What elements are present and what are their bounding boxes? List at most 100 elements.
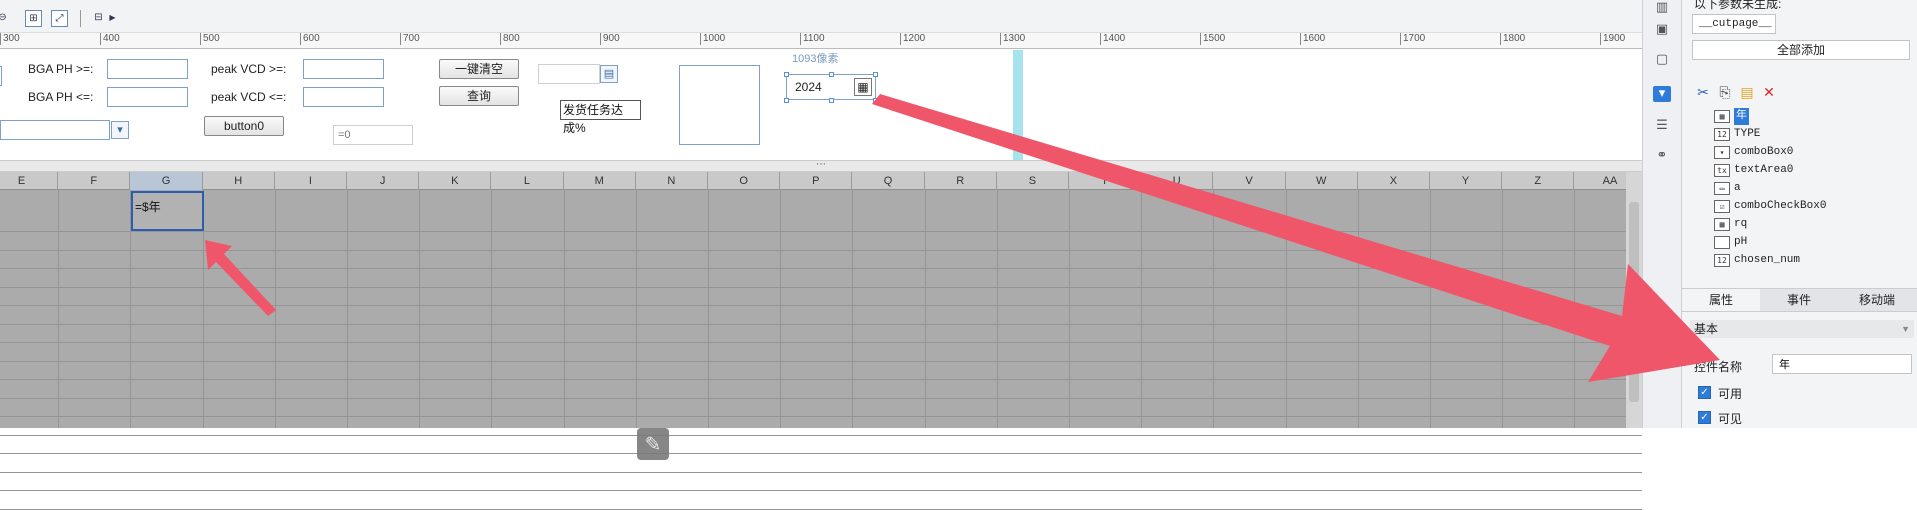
layout-icon[interactable]: ▥ xyxy=(1653,0,1671,16)
column-gridline xyxy=(1069,190,1070,428)
column-header-q[interactable]: Q xyxy=(852,172,925,190)
widget-type-icon: ▦ xyxy=(1714,110,1730,123)
column-header-t[interactable]: T xyxy=(1069,172,1142,190)
column-gridline xyxy=(419,190,421,428)
column-header-x[interactable]: X xyxy=(1358,172,1430,190)
calendar-icon[interactable]: ▦ xyxy=(854,78,872,96)
widget-type-icon: ☑ xyxy=(1714,200,1730,213)
column-header-h[interactable]: H xyxy=(203,172,275,190)
section-basic[interactable]: 基本 ▼ xyxy=(1690,320,1914,338)
tree-item[interactable]: 12 chosen_num xyxy=(1714,252,1914,269)
bga-ph-min-input[interactable] xyxy=(107,59,188,79)
peak-vcd-max-input[interactable] xyxy=(303,87,384,107)
ruler-tick: 800 xyxy=(500,33,520,45)
widget-settings-icon[interactable]: ▾ xyxy=(1653,86,1671,102)
column-header-s[interactable]: S xyxy=(997,172,1069,190)
add-all-button[interactable]: 全部添加 xyxy=(1692,40,1910,60)
ruler-tick: 900 xyxy=(600,33,620,45)
text-area-box[interactable] xyxy=(679,65,760,145)
tree-item[interactable]: ☑ comboCheckBox0 xyxy=(1714,198,1914,215)
resize-handle[interactable] xyxy=(784,72,789,77)
row-gridline xyxy=(0,471,1642,473)
column-header-z[interactable]: Z xyxy=(1502,172,1575,190)
parameter-form: BGA PH >=: BGA PH <=: peak VCD >=: peak … xyxy=(0,50,1642,160)
paste-icon[interactable]: ▤ xyxy=(1738,84,1756,102)
ruler-tick: 300 xyxy=(0,33,20,45)
bga-ph-max-input[interactable] xyxy=(107,87,188,107)
column-header-v[interactable]: V xyxy=(1213,172,1286,190)
column-header-i[interactable]: I xyxy=(275,172,347,190)
tab-properties[interactable]: 属性 xyxy=(1682,289,1760,311)
button0[interactable]: button0 xyxy=(204,116,284,136)
column-header-g[interactable]: G xyxy=(130,172,203,190)
cut-off-input[interactable] xyxy=(0,66,2,86)
column-header-u[interactable]: U xyxy=(1141,172,1214,190)
tree-item[interactable]: pH xyxy=(1714,234,1914,251)
spreadsheet-grid[interactable]: E F G H I J K L M N O P Q R S T U V W X Y Z AA =$年 ✎ xyxy=(0,172,1648,510)
tree-item[interactable]: ▦ rq xyxy=(1714,216,1914,233)
vertical-scrollbar[interactable] xyxy=(1626,172,1642,428)
row-gridline xyxy=(0,360,1642,362)
enabled-checkbox[interactable]: ✓ xyxy=(1698,386,1711,399)
clear-all-button[interactable]: 一键清空 xyxy=(439,59,519,79)
column-header-w[interactable]: W xyxy=(1286,172,1358,190)
visible-checkbox[interactable]: ✓ xyxy=(1698,411,1711,424)
column-header-f[interactable]: F xyxy=(58,172,131,190)
column-header-j[interactable]: J xyxy=(347,172,420,190)
pencil-icon[interactable]: ✎ xyxy=(637,428,669,460)
resize-handle[interactable] xyxy=(829,98,834,103)
widget-name-input[interactable] xyxy=(1772,354,1912,374)
calendar-icon[interactable]: ▤ xyxy=(600,65,618,83)
link-icon[interactable]: ⚭ xyxy=(1653,148,1671,164)
ruler-tick: 700 xyxy=(400,33,420,45)
copy-icon[interactable]: ⎘ xyxy=(1716,84,1734,102)
column-header-y[interactable]: Y xyxy=(1430,172,1503,190)
dropdown-icon[interactable]: ▾ xyxy=(111,121,129,139)
grid-icon[interactable]: ⊞ xyxy=(25,10,42,27)
column-gridline xyxy=(635,190,637,428)
tree-item[interactable]: 12 TYPE xyxy=(1714,126,1914,143)
combo-box-input[interactable] xyxy=(0,120,110,140)
column-header-r[interactable]: R xyxy=(925,172,997,190)
tree-item[interactable]: tx textArea0 xyxy=(1714,162,1914,179)
tree-item[interactable]: ▦ 年 xyxy=(1714,108,1914,125)
tab-mobile[interactable]: 移动端 xyxy=(1838,289,1916,311)
column-header-p[interactable]: P xyxy=(780,172,853,190)
delete-icon[interactable]: ✕ xyxy=(1760,84,1778,102)
pane-splitter[interactable]: ⋯ xyxy=(0,160,1642,172)
column-header-n[interactable]: N xyxy=(636,172,708,190)
chevron-down-icon[interactable]: ▼ xyxy=(1901,320,1910,338)
property-tabs: 属性 事件 移动端 xyxy=(1682,288,1917,312)
column-header-k[interactable]: K xyxy=(419,172,492,190)
tab-events[interactable]: 事件 xyxy=(1760,289,1838,311)
resize-handle[interactable] xyxy=(784,98,789,103)
fit-icon[interactable]: ⤢ xyxy=(51,10,68,27)
column-header-e[interactable]: E xyxy=(0,172,59,190)
frame-icon[interactable]: ▢ xyxy=(1653,52,1671,68)
resize-handle[interactable] xyxy=(873,98,878,103)
peak-vcd-min-input[interactable] xyxy=(303,59,384,79)
date-input[interactable] xyxy=(538,64,600,84)
resize-handle[interactable] xyxy=(873,72,878,77)
column-header-l[interactable]: L xyxy=(491,172,564,190)
cut-icon[interactable]: ✂ xyxy=(1694,84,1712,102)
formula-input[interactable] xyxy=(333,125,413,145)
row-gridline xyxy=(0,286,1642,288)
tree-item[interactable]: ▾ comboBox0 xyxy=(1714,144,1914,161)
year-date-picker[interactable]: 2024 ▦ xyxy=(784,72,878,103)
section-basic-label: 基本 xyxy=(1694,322,1719,336)
column-header-o[interactable]: O xyxy=(708,172,781,190)
list-icon[interactable]: ☰ xyxy=(1653,118,1671,134)
query-button[interactable]: 查询 xyxy=(439,86,519,106)
column-gridline xyxy=(780,190,782,428)
column-header-m[interactable]: M xyxy=(564,172,636,190)
bga-ph-min-label: BGA PH >=: xyxy=(28,62,94,76)
resize-handle[interactable] xyxy=(829,72,834,77)
dropdown-icon[interactable]: ⊖ xyxy=(0,10,11,27)
scrollbar-thumb[interactable] xyxy=(1629,202,1639,402)
play-icon[interactable]: ▶ xyxy=(104,10,121,27)
selected-cell-g2[interactable]: =$年 xyxy=(131,191,204,231)
template-icon[interactable]: ▣ xyxy=(1653,22,1671,38)
cutpage-param[interactable]: __cutpage__ xyxy=(1692,14,1776,34)
tree-item[interactable]: ▭ a xyxy=(1714,180,1914,197)
